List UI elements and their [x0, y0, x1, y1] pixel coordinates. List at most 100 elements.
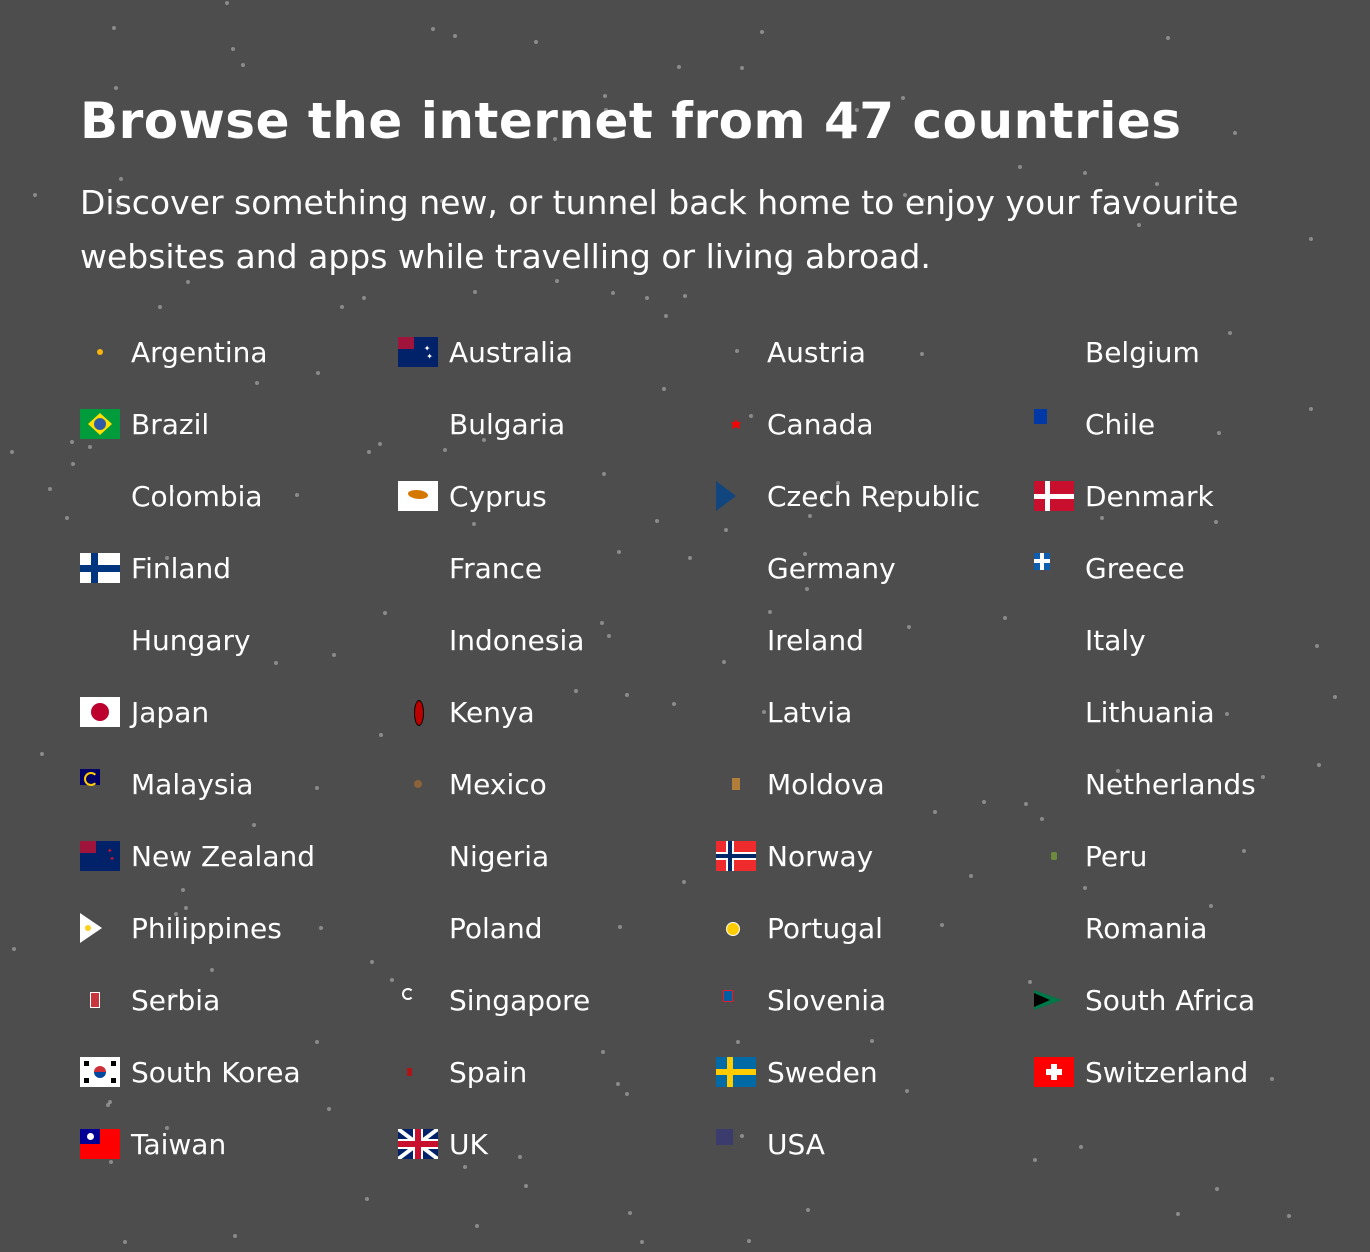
country-item[interactable]: Brazil — [80, 404, 398, 444]
country-item[interactable]: Norway — [716, 836, 1034, 876]
country-item[interactable]: Denmark — [1034, 476, 1352, 516]
country-item[interactable]: Canada — [716, 404, 1034, 444]
country-item[interactable]: Portugal — [716, 908, 1034, 948]
country-item[interactable]: Malaysia — [80, 764, 398, 804]
star-dot — [361, 296, 366, 301]
country-item[interactable]: Singapore — [398, 980, 716, 1020]
flag-part — [414, 780, 422, 788]
country-item[interactable]: Mexico — [398, 764, 716, 804]
bulgaria-flag-icon — [398, 409, 438, 439]
country-item[interactable]: South Africa — [1034, 980, 1352, 1020]
country-name: Cyprus — [449, 479, 547, 513]
country-item[interactable]: Serbia — [80, 980, 398, 1020]
star-dot — [225, 1, 230, 6]
country-item[interactable]: Moldova — [716, 764, 1034, 804]
flag-part — [398, 1141, 438, 1147]
country-name: Ireland — [767, 623, 864, 657]
moldova-flag-icon — [716, 769, 756, 799]
flag-part — [402, 988, 414, 1000]
country-item[interactable]: Czech Republic — [716, 476, 1034, 516]
country-item[interactable]: USA — [716, 1124, 1034, 1164]
country-item[interactable]: France — [398, 548, 716, 588]
country-item[interactable]: Netherlands — [1034, 764, 1352, 804]
country-name: Greece — [1085, 551, 1185, 585]
star-dot — [639, 1240, 644, 1245]
country-item[interactable]: Argentina — [80, 332, 398, 372]
country-item[interactable]: Lithuania — [1034, 692, 1352, 732]
flag-part — [85, 925, 91, 931]
malaysia-flag-icon — [80, 769, 120, 799]
country-item[interactable]: Sweden — [716, 1052, 1034, 1092]
country-name: UK — [449, 1127, 488, 1161]
country-name: Norway — [767, 839, 874, 873]
country-item[interactable]: Romania — [1034, 908, 1352, 948]
star-dot — [472, 290, 477, 295]
star-dot — [113, 85, 118, 90]
country-item[interactable]: Germany — [716, 548, 1034, 588]
flag-part — [1034, 493, 1074, 499]
brazil-flag-icon — [80, 409, 120, 439]
flag-part — [84, 1061, 89, 1066]
country-name: Indonesia — [449, 623, 585, 657]
star-dot — [805, 1207, 810, 1212]
country-item[interactable]: Cyprus — [398, 476, 716, 516]
star-dot — [683, 294, 687, 299]
country-item[interactable]: Latvia — [716, 692, 1034, 732]
flag-part — [90, 992, 100, 1008]
flag-part — [1046, 1069, 1062, 1075]
star-dot — [475, 1223, 480, 1228]
country-item[interactable]: Taiwan — [80, 1124, 398, 1164]
country-item[interactable]: Kenya — [398, 692, 716, 732]
country-item[interactable]: Hungary — [80, 620, 398, 660]
flag-part — [97, 349, 103, 355]
country-name: Peru — [1085, 839, 1148, 873]
country-item[interactable]: Switzerland — [1034, 1052, 1352, 1092]
country-item[interactable]: ✦ ✦ New Zealand — [80, 836, 398, 876]
flag-part — [414, 700, 424, 726]
flag-part — [716, 854, 756, 858]
country-item[interactable]: UK — [398, 1124, 716, 1164]
norway-flag-icon — [716, 841, 756, 871]
germany-flag-icon — [716, 553, 756, 583]
country-item[interactable]: Belgium — [1034, 332, 1352, 372]
flag-part — [80, 913, 102, 943]
country-item[interactable]: Slovenia — [716, 980, 1034, 1020]
latvia-flag-icon — [716, 697, 756, 727]
italy-flag-icon — [1034, 625, 1074, 655]
country-item[interactable]: Philippines — [80, 908, 398, 948]
country-item[interactable]: Austria — [716, 332, 1034, 372]
country-item[interactable]: Chile — [1034, 404, 1352, 444]
country-name: Germany — [767, 551, 896, 585]
country-item[interactable]: Spain — [398, 1052, 716, 1092]
star-dot — [339, 305, 344, 310]
country-item[interactable]: Nigeria — [398, 836, 716, 876]
country-item[interactable]: Finland — [80, 548, 398, 588]
country-item[interactable]: ✦ ✦ Australia — [398, 332, 716, 372]
country-item[interactable]: Peru — [1034, 836, 1352, 876]
country-item[interactable]: Colombia — [80, 476, 398, 516]
country-item[interactable]: Bulgaria — [398, 404, 716, 444]
page-subtitle: Discover something new, or tunnel back h… — [80, 183, 1239, 276]
country-item[interactable]: Indonesia — [398, 620, 716, 660]
philippines-flag-icon — [80, 913, 120, 943]
flag-part — [716, 1069, 756, 1075]
country-item[interactable]: Japan — [80, 692, 398, 732]
country-name: Slovenia — [767, 983, 887, 1017]
star-dot — [231, 46, 236, 51]
flag-part — [84, 1078, 89, 1083]
star-dot — [1233, 131, 1238, 136]
new-zealand-flag-icon: ✦ ✦ — [80, 841, 120, 871]
flag-part — [716, 481, 736, 511]
country-item[interactable]: Poland — [398, 908, 716, 948]
country-name: Denmark — [1085, 479, 1214, 513]
country-item[interactable]: Ireland — [716, 620, 1034, 660]
country-item[interactable]: Greece — [1034, 548, 1352, 588]
country-name: Malaysia — [131, 767, 254, 801]
star-dot — [70, 462, 75, 466]
mexico-flag-icon — [398, 769, 438, 799]
country-item[interactable]: Italy — [1034, 620, 1352, 660]
sweden-flag-icon — [716, 1057, 756, 1087]
country-name: Switzerland — [1085, 1055, 1249, 1089]
chile-flag-icon — [1034, 409, 1074, 439]
country-item[interactable]: South Korea — [80, 1052, 398, 1092]
